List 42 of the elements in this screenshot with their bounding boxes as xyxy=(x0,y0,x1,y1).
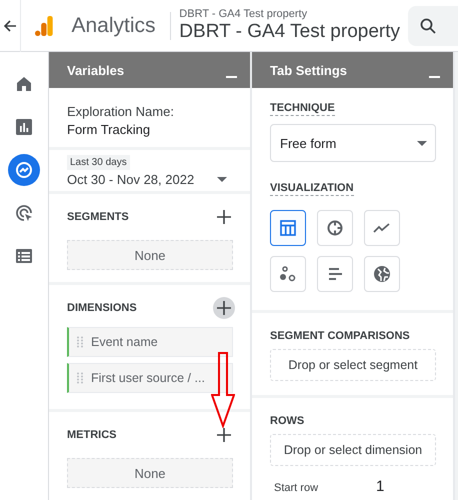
dimension-name: Event name xyxy=(91,335,158,349)
donut-chart-icon[interactable] xyxy=(317,210,353,246)
empty-drop-zone[interactable]: None xyxy=(67,458,233,488)
exploration-name-label: Exploration Name: xyxy=(67,104,175,119)
property-name[interactable]: DBRT - GA4 Test property xyxy=(179,21,400,43)
panel-title: Tab Settings xyxy=(270,62,348,78)
scatter-plot-icon[interactable] xyxy=(270,256,306,292)
empty-drop-zone[interactable]: None xyxy=(67,240,233,270)
section-label: DIMENSIONS xyxy=(67,302,137,314)
date-range[interactable]: Oct 30 - Nov 28, 2022 xyxy=(67,172,194,186)
search-icon[interactable] xyxy=(420,18,436,34)
start-row-label: Start row xyxy=(274,482,318,494)
start-row-value[interactable]: 1 xyxy=(376,478,384,495)
date-preset-chip: Last 30 days xyxy=(67,154,130,170)
section-label: ROWS xyxy=(270,415,306,427)
panel-title: Variables xyxy=(67,62,124,78)
drop-zone[interactable]: Drop or select segment xyxy=(270,349,436,381)
back-arrow-icon[interactable] xyxy=(3,18,17,32)
section-label: SEGMENT COMPARISONS xyxy=(270,330,411,342)
technique-label: TECHNIQUE xyxy=(270,102,335,116)
drop-zone[interactable]: Drop or select dimension xyxy=(270,434,436,466)
table-icon[interactable] xyxy=(270,210,306,246)
section-label: SEGMENTS xyxy=(67,211,129,223)
dimension-chip[interactable]: First user source / ... xyxy=(67,363,233,393)
explore-icon[interactable] xyxy=(8,154,40,186)
drag-handle-icon[interactable] xyxy=(77,372,83,384)
dropdown-caret-icon[interactable] xyxy=(217,176,227,182)
section-label: METRICS xyxy=(67,429,116,441)
add-icon[interactable] xyxy=(213,297,235,319)
line-chart-icon[interactable] xyxy=(364,210,400,246)
property-account: DBRT - GA4 Test property xyxy=(179,8,308,20)
dimension-name: First user source / ... xyxy=(91,371,205,385)
globe-icon[interactable] xyxy=(364,256,400,292)
dropdown-caret-icon[interactable] xyxy=(417,140,427,146)
drag-handle-icon[interactable] xyxy=(77,336,83,348)
exploration-name[interactable]: Form Tracking xyxy=(67,122,233,137)
dimension-chip[interactable]: Event name xyxy=(67,327,233,357)
search-button[interactable] xyxy=(408,6,458,46)
technique-dropdown[interactable]: Free form xyxy=(270,124,436,162)
app-name: Analytics xyxy=(72,14,156,38)
visualization-label: VISUALIZATION xyxy=(270,182,354,196)
bar-chart-icon[interactable] xyxy=(317,256,353,292)
